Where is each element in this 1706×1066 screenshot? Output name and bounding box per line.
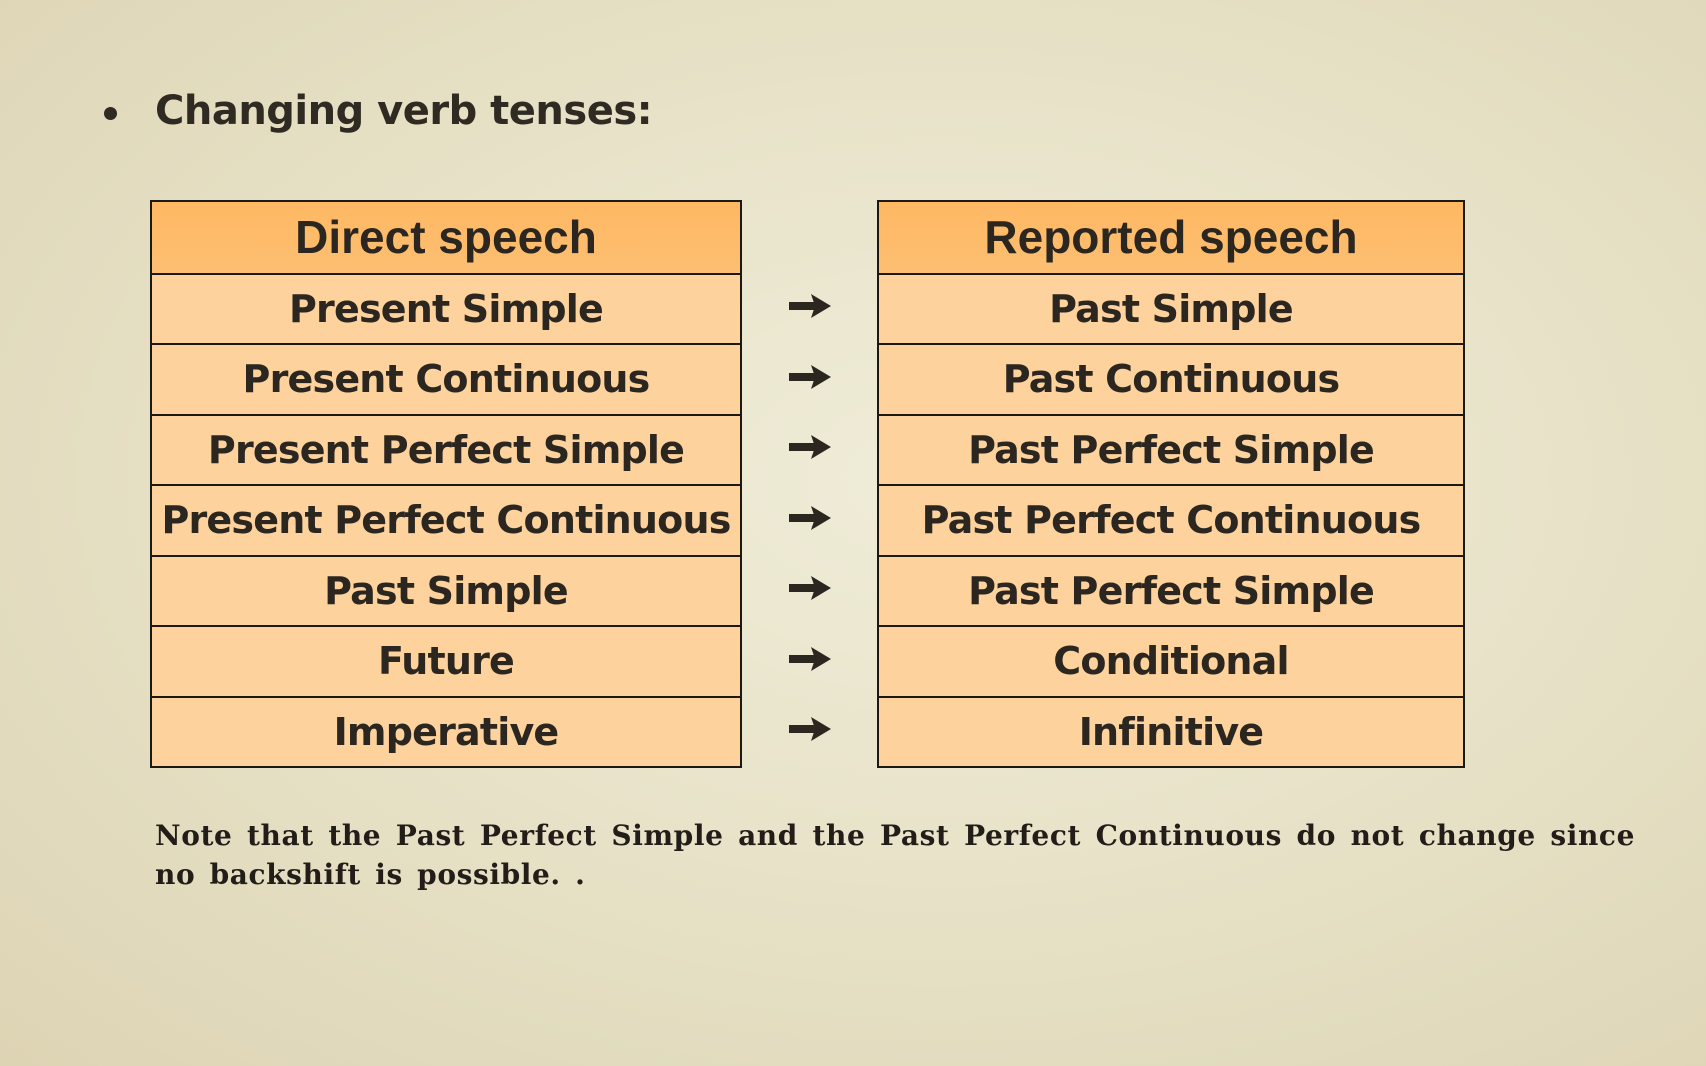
reported-speech-row: Past Perfect Simple [879, 554, 1463, 625]
reported-speech-row: Infinitive [879, 695, 1463, 766]
arrow-column [760, 271, 860, 765]
right-arrow-icon [760, 483, 860, 554]
direct-speech-row: Imperative [152, 695, 740, 766]
right-arrow-icon [760, 624, 860, 695]
bullet-dot-icon [104, 106, 117, 120]
direct-speech-table: Direct speech Present Simple Present Con… [150, 200, 742, 768]
reported-speech-header: Reported speech [879, 202, 1463, 273]
right-arrow-icon [760, 553, 860, 624]
right-arrow-icon [760, 271, 860, 342]
note-text: Note that the Past Perfect Simple and th… [155, 819, 1635, 891]
right-arrow-icon [760, 412, 860, 483]
right-arrow-icon [760, 694, 860, 765]
heading-text: Changing verb tenses: [155, 88, 653, 134]
reported-speech-row: Conditional [879, 625, 1463, 696]
right-arrow-icon [760, 342, 860, 413]
direct-speech-header: Direct speech [152, 202, 740, 273]
direct-speech-row: Present Continuous [152, 343, 740, 414]
reported-speech-row: Past Continuous [879, 343, 1463, 414]
direct-speech-row: Present Perfect Continuous [152, 484, 740, 555]
reported-speech-row: Past Simple [879, 272, 1463, 343]
reported-speech-table: Reported speech Past Simple Past Continu… [877, 200, 1465, 768]
reported-speech-row: Past Perfect Continuous [879, 484, 1463, 555]
direct-speech-row: Future [152, 625, 740, 696]
direct-speech-row: Present Perfect Simple [152, 413, 740, 484]
direct-speech-row: Past Simple [152, 554, 740, 625]
slide-heading: Changing verb tenses: [104, 88, 653, 134]
reported-speech-row: Past Perfect Simple [879, 413, 1463, 484]
direct-speech-row: Present Simple [152, 272, 740, 343]
